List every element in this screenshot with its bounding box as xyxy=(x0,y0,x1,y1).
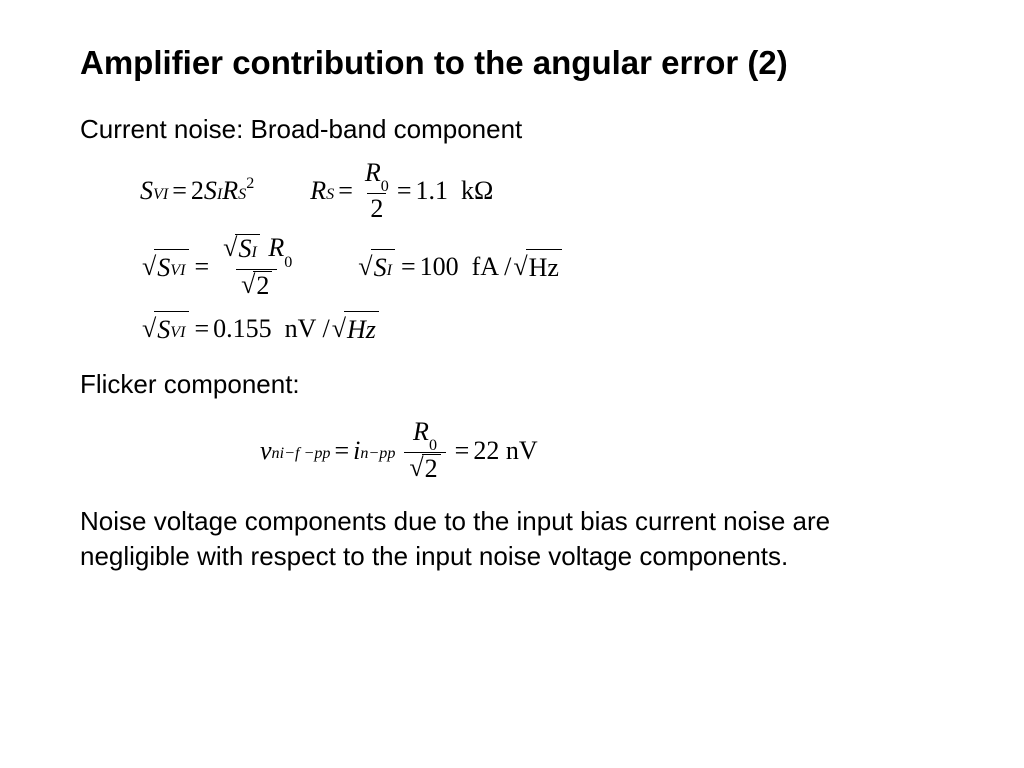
equation-block-flicker: vni−f −pp = in−pp R0 √2 = 22 nV xyxy=(80,418,944,482)
page-title: Amplifier contribution to the angular er… xyxy=(80,44,944,82)
equation-rs-value: RS = R0 2 =1.1 kΩ xyxy=(310,159,493,222)
equation-row-3: √SVI = 0.155 nV / √Hz xyxy=(140,311,944,347)
equation-row-2: √SVI = √SI R0 √2 √SI =100 fA / √Hz xyxy=(140,234,944,298)
section-flicker: Flicker component: xyxy=(80,369,944,400)
equation-vnifpp: vni−f −pp = in−pp R0 √2 = 22 nV xyxy=(260,418,538,482)
section-current-noise: Current noise: Broad-band component xyxy=(80,114,944,145)
equation-svi-def: SVI = 2SI RS2 xyxy=(140,173,254,208)
conclusion-text: Noise voltage components due to the inpu… xyxy=(80,504,944,574)
equation-sqrt-si-value: √SI =100 fA / √Hz xyxy=(356,249,564,285)
equation-sqrt-svi: √SVI = √SI R0 √2 xyxy=(140,234,300,298)
slide: Amplifier contribution to the angular er… xyxy=(0,0,1024,615)
equation-block-broadband: SVI = 2SI RS2 RS = R0 2 =1.1 kΩ √SVI = xyxy=(80,159,944,347)
equation-row-flicker: vni−f −pp = in−pp R0 √2 = 22 nV xyxy=(260,418,944,482)
equation-sqrt-svi-value: √SVI = 0.155 nV / √Hz xyxy=(140,311,381,347)
equation-row-1: SVI = 2SI RS2 RS = R0 2 =1.1 kΩ xyxy=(140,159,944,222)
